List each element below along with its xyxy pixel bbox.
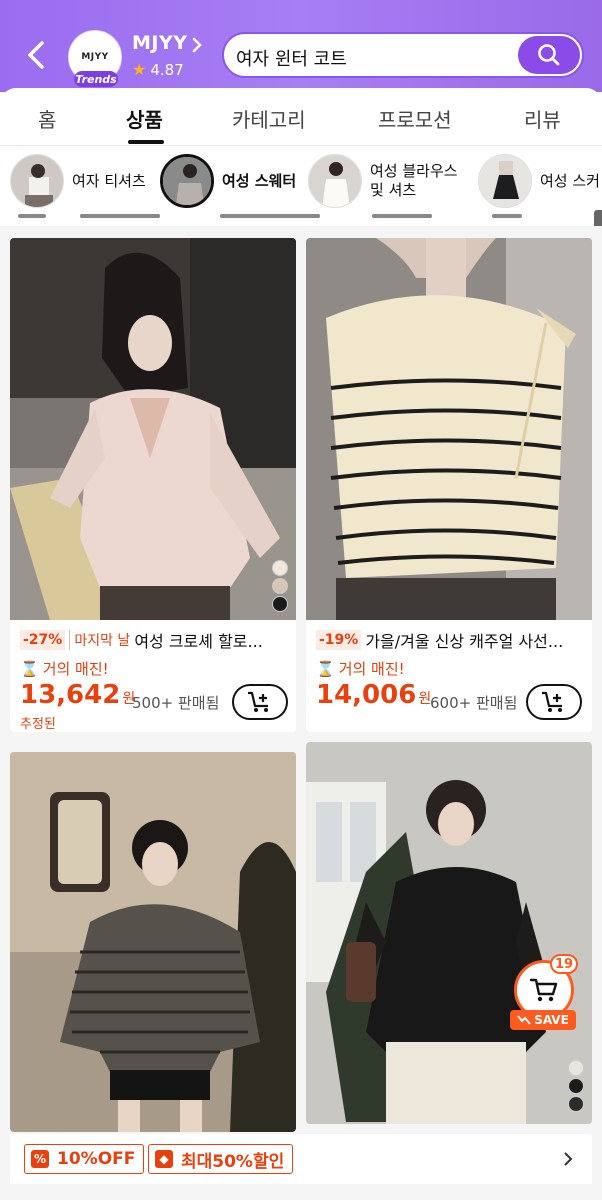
trends-badge: Trends xyxy=(74,71,118,87)
product-card[interactable] xyxy=(306,742,592,1124)
category-thumbnail xyxy=(160,154,214,208)
tab-promotion[interactable]: 프로모션 xyxy=(378,104,452,133)
category-womens-sweaters[interactable]: 여성 스웨터 xyxy=(160,152,296,210)
active-tab-indicator xyxy=(128,140,164,144)
cart-count-badge: 19 xyxy=(550,954,578,974)
rating-value: 4.87 xyxy=(150,60,184,79)
product-image[interactable] xyxy=(306,238,592,620)
sold-count: 500+ 판매됨 xyxy=(132,694,220,712)
percent-icon: % xyxy=(31,1150,49,1168)
deal-label: 마지막 날 xyxy=(69,630,130,650)
product-card[interactable]: -19% 가을/겨울 신상 캐주얼 사선... ⌛ 거의 매진! 14,006 원… xyxy=(306,238,592,732)
discount-badge: -27% xyxy=(20,630,66,650)
chevron-right-icon[interactable] xyxy=(190,36,204,54)
add-to-cart-button[interactable] xyxy=(232,684,288,720)
search-button[interactable] xyxy=(518,36,580,74)
category-womens-tshirts[interactable]: 여자 티셔츠 xyxy=(10,152,146,210)
search-bar[interactable]: 여자 윈터 코트 xyxy=(222,32,584,78)
price-value: 13,642 xyxy=(20,680,121,710)
store-tabs: 홈 상품 카테고리 프로모션 리뷰 xyxy=(0,88,602,146)
tab-reviews[interactable]: 리뷰 xyxy=(524,104,561,133)
tab-home[interactable]: 홈 xyxy=(38,104,56,133)
stock-status: ⌛ 거의 매진! xyxy=(20,658,109,679)
product-price: 13,642 원 xyxy=(20,680,135,710)
sold-count: 600+ 판매됨 xyxy=(430,694,518,712)
add-cart-icon xyxy=(248,691,268,712)
discount-badge: -19% xyxy=(316,630,362,650)
trend-down-icon xyxy=(517,1015,531,1025)
coupon-text: 10%OFF xyxy=(57,1149,136,1169)
coupon-text: 최대50%할인 xyxy=(181,1151,285,1172)
stock-text: 거의 매진! xyxy=(42,660,109,678)
estimated-label: 추정된 xyxy=(20,717,56,732)
promo-bar[interactable]: % 10%OFF ◆ 최대50%할인 xyxy=(10,1134,592,1184)
search-input[interactable]: 여자 윈터 코트 xyxy=(236,45,347,71)
product-card[interactable]: -27% 마지막 날 여성 크로셰 할로... ⌛ 거의 매진! 13,642 원… xyxy=(10,238,296,732)
hourglass-icon: ⌛ xyxy=(20,659,39,678)
category-label: 여자 티셔츠 xyxy=(72,171,146,190)
store-rating: ★ 4.87 xyxy=(132,60,184,79)
product-image[interactable] xyxy=(306,742,592,1124)
clipped-row-remnant xyxy=(0,214,602,224)
store-logo-text: MJYY xyxy=(81,52,109,62)
category-strip: 여자 티셔츠 여성 스웨터 여성 블라우스 및 셔츠 여성 스커 xyxy=(0,146,602,230)
star-icon: ★ xyxy=(132,60,147,79)
tab-category[interactable]: 카테고리 xyxy=(232,104,306,133)
tag-icon: ◆ xyxy=(155,1150,173,1168)
category-thumbnail xyxy=(10,154,64,208)
category-label: 여성 스웨터 xyxy=(222,171,297,190)
product-title[interactable]: 가을/겨울 신상 캐주얼 사선... xyxy=(365,628,563,652)
category-womens-skirts[interactable]: 여성 스커 xyxy=(478,152,600,210)
color-swatches xyxy=(568,1060,584,1112)
product-title[interactable]: 여성 크로셰 할로... xyxy=(134,628,262,652)
category-womens-blouses[interactable]: 여성 블라우스 및 셔츠 xyxy=(308,152,458,210)
category-label: 여성 블라우스 및 셔츠 xyxy=(370,162,458,199)
tab-products[interactable]: 상품 xyxy=(126,104,163,133)
category-thumbnail xyxy=(478,154,532,208)
store-name[interactable]: MJYY xyxy=(132,32,188,54)
save-text: SAVE xyxy=(534,1013,569,1027)
cart-save-label: SAVE xyxy=(510,1010,576,1030)
floating-cart-button[interactable]: 19 SAVE xyxy=(510,954,578,1034)
product-image[interactable] xyxy=(10,752,296,1132)
search-icon xyxy=(538,44,560,66)
product-image[interactable] xyxy=(10,238,296,620)
store-header: MJYY Trends MJYY ★ 4.87 여자 윈터 코트 xyxy=(0,0,602,92)
coupon-max-50[interactable]: ◆ 최대50%할인 xyxy=(148,1144,294,1174)
coupon-10-off[interactable]: % 10%OFF xyxy=(24,1144,145,1174)
hourglass-icon: ⌛ xyxy=(316,659,335,678)
back-arrow-icon[interactable] xyxy=(22,38,52,72)
category-label: 여성 스커 xyxy=(540,171,600,190)
category-thumbnail xyxy=(308,154,362,208)
chevron-right-icon[interactable] xyxy=(562,1150,574,1168)
price-value: 14,006 xyxy=(316,680,417,710)
cart-icon xyxy=(529,978,558,1002)
add-cart-icon xyxy=(542,691,562,712)
product-card[interactable] xyxy=(10,752,296,1132)
add-to-cart-button[interactable] xyxy=(526,684,582,720)
stock-status: ⌛ 거의 매진! xyxy=(316,658,405,679)
color-swatches xyxy=(272,560,288,612)
stock-text: 거의 매진! xyxy=(338,660,405,678)
product-price: 14,006 원 xyxy=(316,680,431,710)
